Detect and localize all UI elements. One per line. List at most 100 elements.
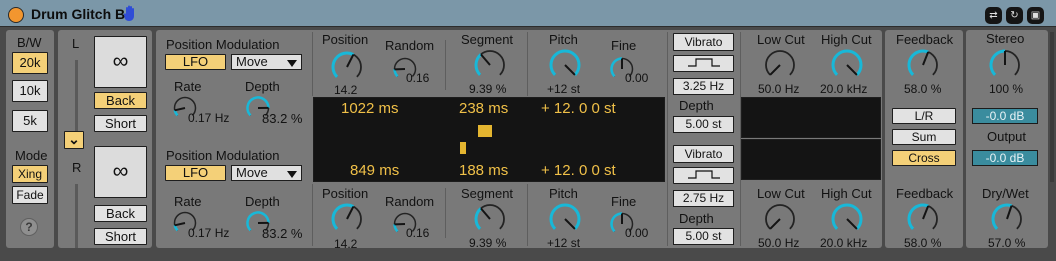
help-icon[interactable]: ? <box>20 218 38 236</box>
top-lowcut-label: Low Cut <box>757 32 805 47</box>
hand-icon <box>123 5 134 21</box>
segment-display[interactable]: 1022 ms 238 ms + 12. 0 0 st 849 ms 188 m… <box>313 97 665 182</box>
top-feedback-value: 58.0 % <box>904 82 942 96</box>
top-back-button[interactable]: Back <box>94 92 147 109</box>
right-channel-slider-track[interactable] <box>75 184 78 248</box>
top-fine-label: Fine <box>611 38 637 53</box>
bottom-move-select[interactable]: Move <box>231 165 302 181</box>
bottom-length-readout: 849 ms <box>350 162 400 179</box>
top-vibrato-depth-label: Depth <box>679 98 714 113</box>
top-pitch-label: Pitch <box>549 32 578 47</box>
mode-fade-button[interactable]: Fade <box>12 186 48 204</box>
bottom-position-knob[interactable] <box>330 202 364 236</box>
top-depth-value: 83.2 % <box>262 111 303 126</box>
top-random-label: Random <box>385 38 435 53</box>
bw-mode-panel: B/W 20k 10k 5k Mode Xing Fade ? <box>6 30 54 248</box>
top-highcut-knob[interactable] <box>830 48 864 82</box>
link-bottom-button[interactable]: ∞ <box>94 146 147 198</box>
top-segment-knob[interactable] <box>473 48 507 82</box>
bottom-segment-value: 9.39 % <box>469 236 507 250</box>
mode-xing-button[interactable]: Xing <box>12 165 48 183</box>
top-pitch-knob[interactable] <box>548 48 582 82</box>
top-rate-value: 0.17 Hz <box>188 111 230 125</box>
infinity-icon: ∞ <box>112 48 129 73</box>
top-vibrato-depth[interactable]: 5.00 st <box>673 116 734 133</box>
drywet-knob[interactable] <box>990 202 1024 236</box>
bottom-back-button[interactable]: Back <box>94 205 147 222</box>
bottom-segment-readout: 188 ms <box>459 162 509 179</box>
top-fine-value: 0.00 <box>625 71 649 85</box>
bottom-pitch-knob[interactable] <box>548 202 582 236</box>
top-vibrato-button[interactable]: Vibrato <box>673 33 734 51</box>
bw-label: B/W <box>17 35 42 50</box>
top-lowcut-value: 50.0 Hz <box>758 82 800 96</box>
top-segment-readout: 238 ms <box>459 100 509 117</box>
drywet-label: Dry/Wet <box>982 186 1029 201</box>
bw-5k-button[interactable]: 5k <box>12 110 48 132</box>
bottom-depth-value: 83.2 % <box>262 226 303 241</box>
bottom-filter-display <box>741 139 881 180</box>
top-length-readout: 1022 ms <box>341 100 399 117</box>
routing-cross-button[interactable]: Cross <box>892 150 956 166</box>
top-position-knob[interactable] <box>330 50 364 84</box>
bottom-position-value: 14.2 <box>334 237 358 251</box>
bottom-random-label: Random <box>385 194 435 209</box>
bottom-pitch-value: +12 st <box>547 236 581 250</box>
bottom-rate-label: Rate <box>174 194 202 209</box>
output-gain-field[interactable]: -0.0 dB <box>972 150 1038 166</box>
bottom-vibrato-depth[interactable]: 5.00 st <box>673 228 734 245</box>
bottom-highcut-knob[interactable] <box>830 202 864 236</box>
bottom-feedback-knob[interactable] <box>906 202 940 236</box>
stereo-knob[interactable] <box>988 48 1022 82</box>
top-vibrato-rate[interactable]: 3.25 Hz <box>673 78 734 95</box>
bottom-fine-label: Fine <box>611 194 637 209</box>
top-depth-label: Depth <box>245 79 280 94</box>
bw-20k-button[interactable]: 20k <box>12 52 48 74</box>
top-segment-value: 9.39 % <box>469 82 507 96</box>
bottom-lowcut-value: 50.0 Hz <box>758 236 800 250</box>
top-vibrato-shape-button[interactable] <box>673 55 734 72</box>
top-pitch-readout: + 12. 0 0 st <box>541 100 616 117</box>
bottom-short-button[interactable]: Short <box>94 228 147 245</box>
collapse-chevron-icon[interactable]: ⌄ <box>64 131 84 149</box>
refresh-icon[interactable]: ↻ <box>1006 7 1023 24</box>
top-segment-label: Segment <box>461 32 514 47</box>
bottom-vibrato-depth-label: Depth <box>679 211 714 226</box>
left-channel-slider-track[interactable] <box>75 60 78 140</box>
routing-sum-button[interactable]: Sum <box>892 129 956 145</box>
save-icon[interactable]: ▣ <box>1027 7 1044 24</box>
top-segment-marker <box>478 125 492 137</box>
bottom-highcut-value: 20.0 kHz <box>820 236 868 250</box>
square-wave-icon <box>687 58 720 67</box>
bw-10k-button[interactable]: 10k <box>12 80 48 102</box>
bottom-depth-label: Depth <box>245 194 280 209</box>
bottom-vibrato-button[interactable]: Vibrato <box>673 145 734 163</box>
top-filter-display <box>741 97 881 138</box>
routing-lr-button[interactable]: L/R <box>892 108 956 124</box>
bottom-vibrato-shape-button[interactable] <box>673 167 734 184</box>
bottom-feedback-value: 58.0 % <box>904 236 942 250</box>
top-short-button[interactable]: Short <box>94 115 147 132</box>
top-lowcut-knob[interactable] <box>763 48 797 82</box>
top-feedback-knob[interactable] <box>906 48 940 82</box>
left-channel-label: L <box>72 36 80 51</box>
top-lfo-button[interactable]: LFO <box>165 54 226 70</box>
hot-swap-icon[interactable]: ⇄ <box>985 7 1002 24</box>
infinity-icon: ∞ <box>112 158 129 183</box>
link-top-button[interactable]: ∞ <box>94 36 147 88</box>
bottom-vibrato-rate[interactable]: 2.75 Hz <box>673 190 734 207</box>
scrollbar[interactable] <box>1050 32 1054 182</box>
device-power-toggle[interactable] <box>8 7 24 23</box>
bottom-lowcut-knob[interactable] <box>763 202 797 236</box>
top-highcut-label: High Cut <box>821 32 872 47</box>
bottom-lfo-button[interactable]: LFO <box>165 165 226 181</box>
bottom-segment-knob[interactable] <box>473 202 507 236</box>
chevron-down-icon <box>287 60 297 67</box>
top-move-select[interactable]: Move <box>231 54 302 70</box>
stereo-label: Stereo <box>986 31 1025 46</box>
gain-field[interactable]: -0.0 dB <box>972 108 1038 124</box>
top-rate-label: Rate <box>174 79 202 94</box>
top-position-label: Position <box>322 32 369 47</box>
bottom-fine-value: 0.00 <box>625 226 649 240</box>
right-channel-label: R <box>72 160 82 175</box>
